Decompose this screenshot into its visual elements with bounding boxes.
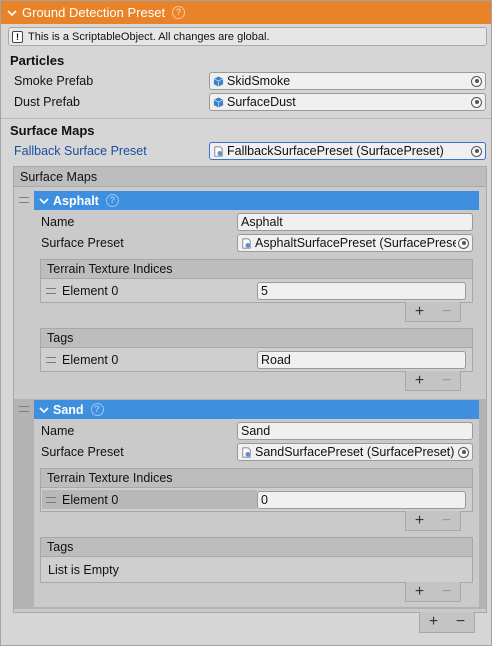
element-title: Sand xyxy=(53,402,84,417)
chevron-down-icon xyxy=(7,9,17,16)
name-input[interactable]: Asphalt xyxy=(237,213,473,231)
surface-maps-list-header[interactable]: Surface Maps xyxy=(13,166,487,187)
list-footer: + − xyxy=(405,582,461,602)
smoke-prefab-label: Smoke Prefab xyxy=(14,74,94,88)
fallback-surface-preset-value: FallbackSurfacePreset (SurfacePreset) xyxy=(227,144,444,158)
remove-element-button[interactable]: − xyxy=(442,372,451,390)
help-icon[interactable]: ? xyxy=(105,194,119,207)
fallback-surface-preset-label: Fallback Surface Preset xyxy=(14,144,147,158)
drag-handle[interactable] xyxy=(46,497,56,503)
surface-preset-value: SandSurfacePreset (SurfacePreset) xyxy=(255,445,455,459)
add-element-button[interactable]: + xyxy=(415,303,424,321)
list-footer: + − xyxy=(405,371,461,391)
section-divider xyxy=(1,118,491,119)
name-value: Sand xyxy=(241,424,271,438)
dust-prefab-label: Dust Prefab xyxy=(14,95,81,109)
drag-handle[interactable] xyxy=(46,357,56,363)
header-title: Ground Detection Preset xyxy=(22,5,166,20)
add-element-button[interactable]: + xyxy=(415,583,424,601)
drag-handle[interactable] xyxy=(19,197,29,203)
remove-element-button[interactable]: − xyxy=(442,512,451,530)
object-picker-icon[interactable] xyxy=(471,145,482,157)
element-value: Road xyxy=(261,353,291,367)
surface-preset-label: Surface Preset xyxy=(41,236,124,250)
inspector-header[interactable]: Ground Detection Preset ? xyxy=(1,1,491,24)
dust-prefab-value: SurfaceDust xyxy=(227,95,296,109)
drag-handle[interactable] xyxy=(19,406,29,412)
element-label: Element 0 xyxy=(62,493,119,507)
warning-icon: ! xyxy=(12,30,23,43)
list-footer: + − xyxy=(405,511,461,531)
terrain-texture-indices-header[interactable]: Terrain Texture Indices xyxy=(40,259,473,279)
scriptable-object-icon xyxy=(242,447,251,457)
surface-preset-field[interactable]: AsphaltSurfacePreset (SurfacePreset) xyxy=(237,234,473,252)
add-element-button[interactable]: + xyxy=(415,372,424,390)
chevron-down-icon xyxy=(39,197,49,204)
element-input[interactable]: 5 xyxy=(257,282,466,300)
list-empty-text: List is Empty xyxy=(48,563,119,577)
object-picker-icon[interactable] xyxy=(458,237,469,249)
smoke-prefab-value: SkidSmoke xyxy=(227,74,291,88)
cube-icon xyxy=(213,75,224,87)
surface-preset-value: AsphaltSurfacePreset (SurfacePreset) xyxy=(255,236,456,250)
section-surface-maps: Surface Maps xyxy=(10,123,95,138)
surface-maps-list-footer: + − xyxy=(419,612,475,633)
object-picker-icon[interactable] xyxy=(471,75,482,87)
smoke-prefab-field[interactable]: SkidSmoke xyxy=(209,72,486,90)
fallback-surface-preset-field[interactable]: FallbackSurfacePreset (SurfacePreset) xyxy=(209,142,486,160)
element-label: Element 0 xyxy=(62,284,119,298)
element-label: Element 0 xyxy=(62,353,119,367)
tags-header[interactable]: Tags xyxy=(40,537,473,557)
element-header-asphalt[interactable]: Asphalt ? xyxy=(34,191,479,210)
section-particles: Particles xyxy=(10,53,65,68)
drag-handle[interactable] xyxy=(46,288,56,294)
scriptable-object-icon xyxy=(242,238,251,248)
element-input[interactable]: Road xyxy=(257,351,466,369)
remove-element-button[interactable]: − xyxy=(442,583,451,601)
scriptable-object-icon xyxy=(214,146,223,156)
element-value: 0 xyxy=(261,493,268,507)
surface-preset-label: Surface Preset xyxy=(41,445,124,459)
info-text: This is a ScriptableObject. All changes … xyxy=(28,30,270,43)
add-element-button[interactable]: + xyxy=(429,613,438,631)
name-input[interactable]: Sand xyxy=(237,422,473,440)
name-label: Name xyxy=(41,424,75,438)
list-footer: + − xyxy=(405,302,461,322)
object-picker-icon[interactable] xyxy=(471,96,482,108)
element-value: 5 xyxy=(261,284,268,298)
help-icon[interactable]: ? xyxy=(90,403,104,416)
info-box: ! This is a ScriptableObject. All change… xyxy=(8,27,487,46)
remove-element-button[interactable]: − xyxy=(456,613,465,631)
cube-icon xyxy=(213,96,224,108)
name-value: Asphalt xyxy=(241,215,283,229)
remove-element-button[interactable]: − xyxy=(442,303,451,321)
object-picker-icon[interactable] xyxy=(458,446,469,458)
tags-header[interactable]: Tags xyxy=(40,328,473,348)
dust-prefab-field[interactable]: SurfaceDust xyxy=(209,93,486,111)
terrain-texture-indices-header[interactable]: Terrain Texture Indices xyxy=(40,468,473,488)
chevron-down-icon xyxy=(39,406,49,413)
element-header-sand[interactable]: Sand ? xyxy=(34,400,479,419)
inspector-panel: Ground Detection Preset ? ! This is a Sc… xyxy=(0,0,492,646)
help-icon[interactable]: ? xyxy=(172,6,186,19)
element-input[interactable]: 0 xyxy=(257,491,466,509)
element-title: Asphalt xyxy=(53,193,99,208)
name-label: Name xyxy=(41,215,75,229)
surface-preset-field[interactable]: SandSurfacePreset (SurfacePreset) xyxy=(237,443,473,461)
add-element-button[interactable]: + xyxy=(415,512,424,530)
